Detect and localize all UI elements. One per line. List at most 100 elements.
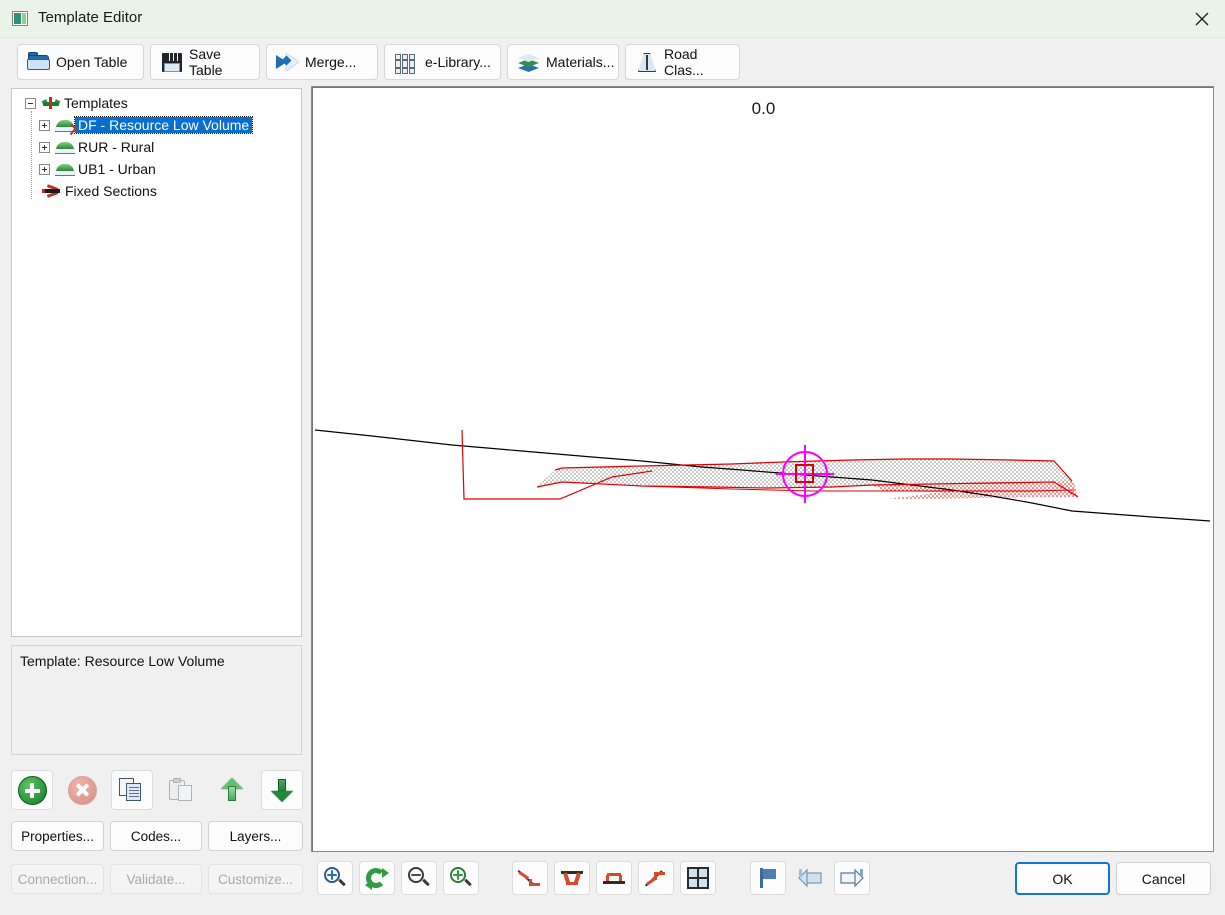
main-toolbar: Open Table Save Table Merge... e-Library…: [0, 38, 1225, 86]
zoom-fit-button[interactable]: [359, 861, 395, 895]
grid-icon: [687, 867, 709, 889]
zoom-out-button[interactable]: [401, 861, 437, 895]
paste-button: [161, 770, 203, 810]
layers-icon: [516, 50, 542, 74]
recycle-refresh-icon: [365, 866, 389, 890]
floppy-save-icon: [159, 50, 185, 74]
template-icon: [55, 117, 78, 136]
layers-button[interactable]: Layers...: [208, 821, 303, 851]
arrow-down-icon: [270, 777, 294, 803]
template-icon: [55, 161, 75, 177]
zoom-window-button[interactable]: [317, 861, 353, 895]
cut-slope-icon: [517, 867, 542, 889]
tree-node-rur-rural[interactable]: RUR - Rural: [39, 136, 157, 158]
layers-label: Layers...: [229, 828, 282, 844]
connection-label: Connection...: [17, 871, 98, 887]
template-info-text: Template: Resource Low Volume: [20, 653, 225, 669]
codes-label: Codes...: [130, 828, 182, 844]
fill-section-button[interactable]: [596, 861, 632, 895]
save-table-button[interactable]: Save Table: [150, 44, 260, 80]
tree-label-templates: Templates: [64, 95, 128, 111]
ditch-section-icon: [560, 867, 584, 889]
e-library-label: e-Library...: [425, 54, 491, 70]
fill-slope-button[interactable]: [638, 861, 674, 895]
zoom-out-icon: [407, 866, 431, 890]
fill-section-icon: [602, 867, 626, 889]
fill-slope-icon: [644, 867, 668, 889]
copy-icon: [119, 778, 145, 802]
paste-icon: [169, 778, 195, 802]
tree-label-df-resource-low-volume: DF - Resource Low Volume: [73, 116, 254, 134]
zoom-window-icon: [323, 866, 347, 890]
customize-label: Customize...: [217, 871, 294, 887]
save-table-label: Save Table: [189, 46, 223, 78]
move-down-button[interactable]: [261, 770, 303, 810]
road-class-label: Road Clas...: [664, 46, 704, 78]
add-template-button[interactable]: [11, 770, 53, 810]
merge-button[interactable]: Merge...: [266, 44, 378, 80]
cross-section-drawing: [314, 429, 1211, 522]
tree-node-fixed-sections[interactable]: Fixed Sections: [42, 180, 160, 202]
flag-left-arrow-icon: [797, 867, 823, 889]
cut-slope-button[interactable]: [512, 861, 548, 895]
copy-button[interactable]: [111, 770, 153, 810]
zoom-in-button[interactable]: [443, 861, 479, 895]
cross-section-canvas[interactable]: 0.0: [311, 86, 1214, 852]
tree-label-rur-rural: RUR - Rural: [78, 139, 155, 155]
template-ditch-line: [461, 429, 653, 500]
merge-label: Merge...: [305, 54, 357, 70]
road-class-button[interactable]: Road Clas...: [625, 44, 740, 80]
template-tree[interactable]: Templates DF - Resource Low Volume RUR -…: [11, 88, 302, 637]
properties-button[interactable]: Properties...: [11, 821, 104, 851]
tree-node-df-resource-low-volume[interactable]: DF - Resource Low Volume: [39, 114, 254, 136]
expand-icon[interactable]: [39, 163, 50, 175]
materials-label: Materials...: [546, 54, 615, 70]
materials-button[interactable]: Materials...: [507, 44, 619, 80]
expand-icon[interactable]: [39, 119, 50, 131]
flag-button[interactable]: [750, 861, 786, 895]
window-icon: [12, 11, 28, 26]
arrow-up-icon: [220, 777, 244, 803]
flag-icon: [757, 867, 779, 889]
template-editor-window: Template Editor Open Table Save Table Me: [0, 0, 1225, 915]
expand-icon[interactable]: [39, 141, 50, 153]
tree-label-ub1-urban: UB1 - Urban: [78, 161, 156, 177]
ok-button[interactable]: OK: [1015, 862, 1110, 895]
tree-node-ub1-urban[interactable]: UB1 - Urban: [39, 158, 159, 180]
plus-circle-icon: [17, 775, 47, 805]
fixed-sections-icon: [42, 183, 62, 199]
library-icon: [393, 50, 421, 74]
cancel-button[interactable]: Cancel: [1116, 862, 1211, 895]
customize-button: Customize...: [208, 864, 303, 894]
folder-open-icon: [26, 50, 52, 74]
connection-button: Connection...: [11, 864, 104, 894]
tree-node-templates[interactable]: Templates: [25, 92, 131, 114]
point-marker[interactable]: [776, 445, 834, 503]
cancel-label: Cancel: [1141, 870, 1186, 887]
template-icon: [55, 139, 75, 155]
close-icon[interactable]: [1179, 0, 1225, 37]
merge-icon: [275, 50, 301, 74]
open-table-label: Open Table: [56, 54, 128, 70]
tree-guide-line: [31, 111, 32, 199]
ditch-section-button[interactable]: [554, 861, 590, 895]
collapse-icon[interactable]: [25, 97, 36, 109]
properties-label: Properties...: [21, 828, 94, 844]
delete-template-button: [61, 770, 103, 810]
e-library-button[interactable]: e-Library...: [384, 44, 501, 80]
grid-toggle-button[interactable]: [680, 861, 716, 895]
flag-right-arrow-icon: [839, 867, 865, 889]
open-table-button[interactable]: Open Table: [17, 44, 144, 80]
codes-button[interactable]: Codes...: [110, 821, 202, 851]
zoom-in-icon: [449, 866, 473, 890]
move-up-button[interactable]: [211, 770, 253, 810]
previous-button: [792, 861, 828, 895]
validate-label: Validate...: [126, 871, 186, 887]
validate-button: Validate...: [110, 864, 202, 894]
template-info-panel: Template: Resource Low Volume: [11, 645, 302, 755]
tree-label-fixed-sections: Fixed Sections: [65, 183, 157, 199]
templates-root-icon: [41, 95, 61, 111]
window-title: Template Editor: [38, 9, 143, 26]
next-button[interactable]: [834, 861, 870, 895]
title-bar: Template Editor: [0, 0, 1225, 38]
